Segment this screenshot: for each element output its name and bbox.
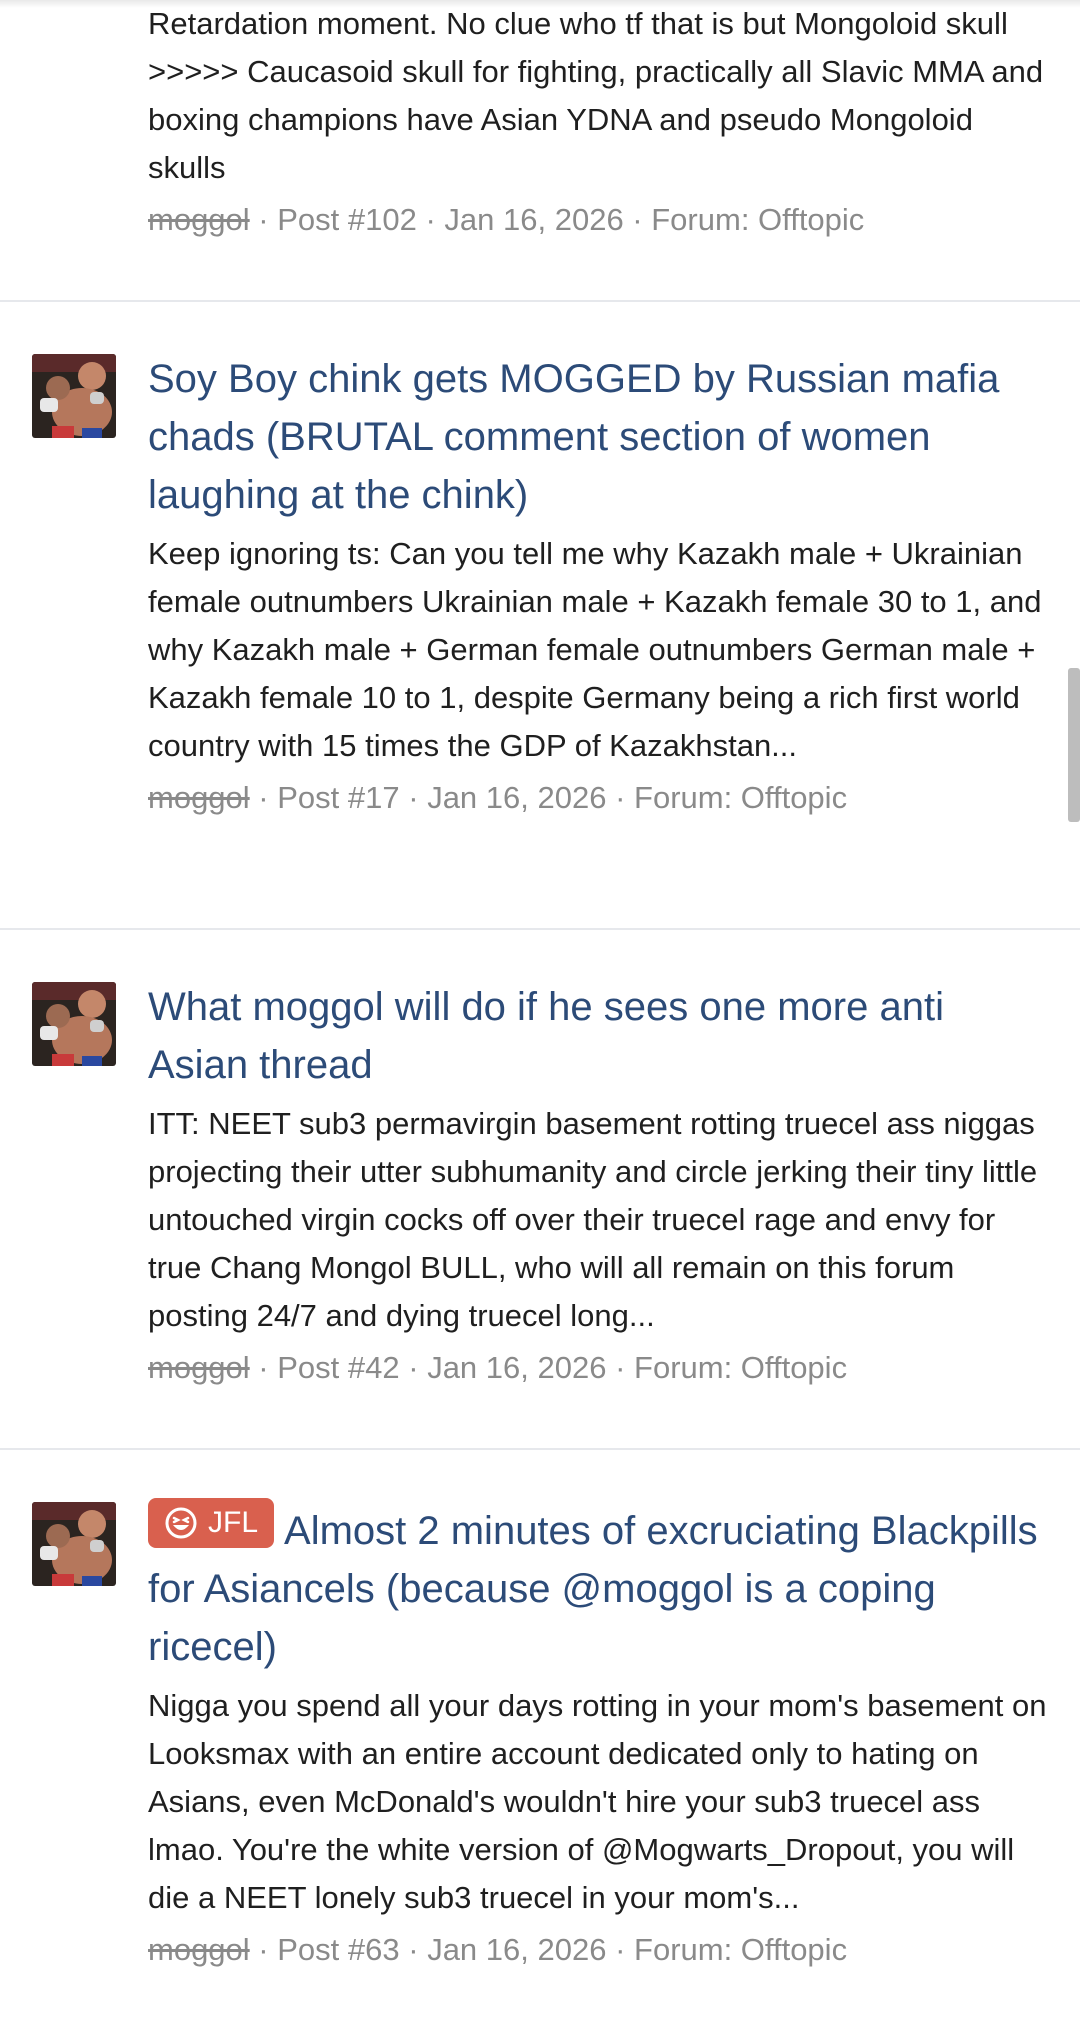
result-snippet: ITT: NEET sub3 permavirgin basement rott… bbox=[148, 1106, 1038, 1333]
result-title-link[interactable]: JFL Almost 2 minutes of excruciating Bla… bbox=[148, 1498, 1048, 1676]
result-divider bbox=[0, 1448, 1080, 1450]
result-meta: moggol · Post #42 · Jan 16, 2026 · Forum… bbox=[148, 1350, 848, 1385]
result-post-number: Post #102 bbox=[277, 202, 417, 237]
avatar[interactable] bbox=[32, 354, 116, 438]
result-date: Jan 16, 2026 bbox=[427, 1350, 607, 1385]
result-meta: moggol · Post #17 · Jan 16, 2026 · Forum… bbox=[148, 780, 848, 815]
avatar-image bbox=[32, 1502, 116, 1586]
result-title-link[interactable]: What moggol will do if he sees one more … bbox=[148, 978, 1048, 1094]
result-divider bbox=[0, 300, 1080, 302]
prefix-label: JFL bbox=[208, 1506, 259, 1539]
result-author-link[interactable]: moggol bbox=[148, 1350, 250, 1385]
result-forum-link[interactable]: Forum: Offtopic bbox=[651, 202, 864, 237]
result-snippet: Retardation moment. No clue who tf that … bbox=[148, 6, 1044, 185]
result-meta: moggol · Post #63 · Jan 16, 2026 · Forum… bbox=[148, 1932, 848, 1967]
result-author-link[interactable]: moggol bbox=[148, 780, 250, 815]
avatar[interactable] bbox=[32, 1502, 116, 1586]
result-title-link[interactable]: Soy Boy chink gets MOGGED by Russian maf… bbox=[148, 350, 1048, 524]
result-divider bbox=[0, 928, 1080, 930]
result-post-number: Post #42 bbox=[277, 1350, 400, 1385]
result-title-text: Almost 2 minutes of excruciating Blackpi… bbox=[148, 1509, 1038, 1669]
result-author-link[interactable]: moggol bbox=[148, 202, 250, 237]
result-date: Jan 16, 2026 bbox=[427, 780, 607, 815]
result-meta: moggol · Post #102 · Jan 16, 2026 · Foru… bbox=[148, 202, 865, 237]
avatar[interactable] bbox=[32, 982, 116, 1066]
result-forum-link[interactable]: Forum: Offtopic bbox=[634, 780, 847, 815]
result-forum-link[interactable]: Forum: Offtopic bbox=[634, 1932, 847, 1967]
result-date: Jan 16, 2026 bbox=[444, 202, 624, 237]
avatar-image bbox=[32, 354, 116, 438]
result-author-link[interactable]: moggol bbox=[148, 1932, 250, 1967]
result-snippet: Keep ignoring ts: Can you tell me why Ka… bbox=[148, 536, 1042, 763]
result-forum-link[interactable]: Forum: Offtopic bbox=[634, 1350, 847, 1385]
result-post-number: Post #17 bbox=[277, 780, 400, 815]
laughing-face-icon bbox=[165, 1507, 197, 1539]
scrollbar-thumb[interactable] bbox=[1068, 668, 1080, 822]
result-post-number: Post #63 bbox=[277, 1932, 400, 1967]
jfl-prefix-badge[interactable]: JFL bbox=[148, 1498, 275, 1548]
result-snippet: Nigga you spend all your days rotting in… bbox=[148, 1688, 1047, 1915]
avatar-image bbox=[32, 982, 116, 1066]
result-date: Jan 16, 2026 bbox=[427, 1932, 607, 1967]
